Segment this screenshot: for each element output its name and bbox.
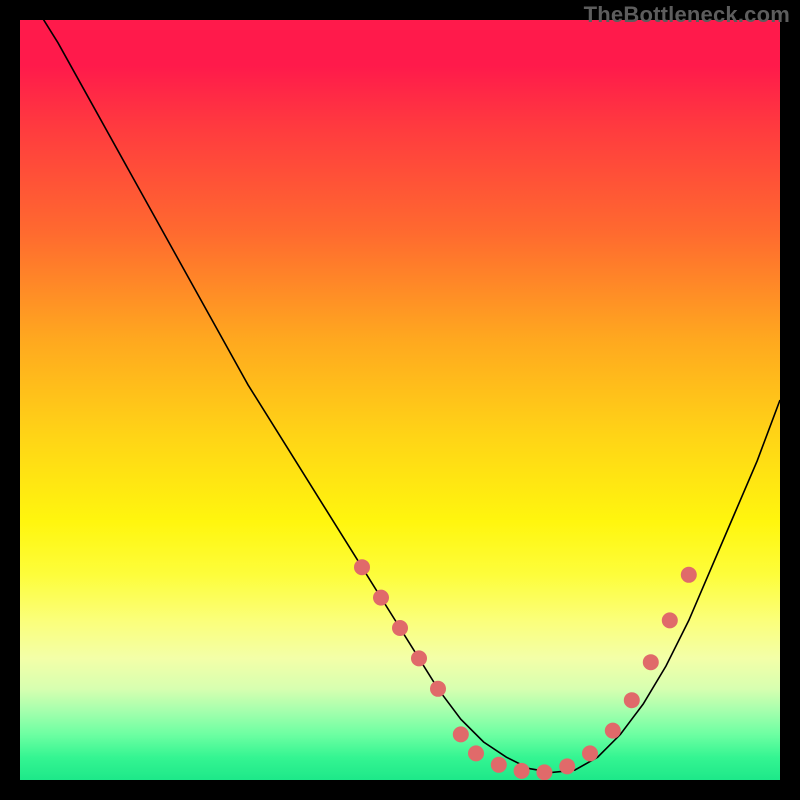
- highlight-dot: [643, 654, 659, 670]
- chart-frame: TheBottleneck.com: [0, 0, 800, 800]
- highlight-dot: [354, 559, 370, 575]
- chart-plot-area: [20, 20, 780, 780]
- highlight-dot: [411, 650, 427, 666]
- highlight-dot: [453, 726, 469, 742]
- highlight-dot: [681, 567, 697, 583]
- highlight-dot: [624, 692, 640, 708]
- highlight-dot: [430, 681, 446, 697]
- highlight-dot: [373, 590, 389, 606]
- highlight-dot: [662, 612, 678, 628]
- highlight-dot: [491, 757, 507, 773]
- highlight-dot: [605, 723, 621, 739]
- curve-line: [20, 20, 780, 772]
- highlight-dot: [582, 745, 598, 761]
- chart-svg: [20, 20, 780, 780]
- highlight-dot: [536, 764, 552, 780]
- highlight-dot: [392, 620, 408, 636]
- highlight-dot: [559, 758, 575, 774]
- highlight-dot: [468, 745, 484, 761]
- highlight-dot: [514, 763, 530, 779]
- watermark-text: TheBottleneck.com: [584, 2, 790, 28]
